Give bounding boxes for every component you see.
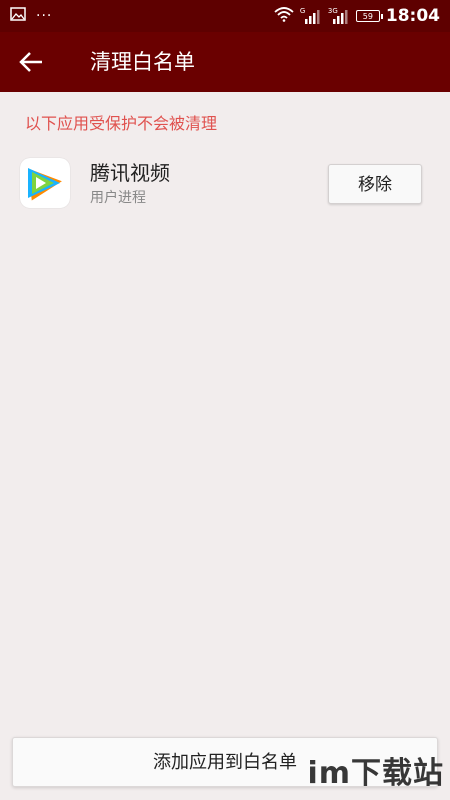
watermark-logo: im下载站 — [307, 756, 444, 791]
back-button[interactable] — [16, 48, 48, 76]
app-bar: 清理白名单 — [0, 32, 450, 92]
tencent-video-icon — [20, 158, 70, 208]
image-notification-icon — [10, 6, 26, 25]
signal-sim2-icon: 3G — [328, 7, 350, 25]
status-bar: ··· G 3G 59 18:04 — [0, 0, 450, 32]
back-arrow-icon — [19, 52, 42, 72]
whitelist-item: 腾讯视频 用户进程 移除 — [0, 150, 450, 220]
protection-notice: 以下应用受保护不会被清理 — [25, 114, 218, 133]
status-time: 18:04 — [385, 6, 440, 26]
wifi-icon — [274, 6, 294, 26]
battery-icon: 59 — [355, 10, 383, 22]
page-title: 清理白名单 — [90, 50, 195, 74]
more-notifications-icon: ··· — [36, 7, 53, 24]
app-name: 腾讯视频 — [90, 161, 170, 185]
app-process-type: 用户进程 — [90, 190, 146, 206]
remove-button[interactable]: 移除 — [328, 164, 422, 204]
signal-sim1-icon: G — [300, 7, 322, 25]
